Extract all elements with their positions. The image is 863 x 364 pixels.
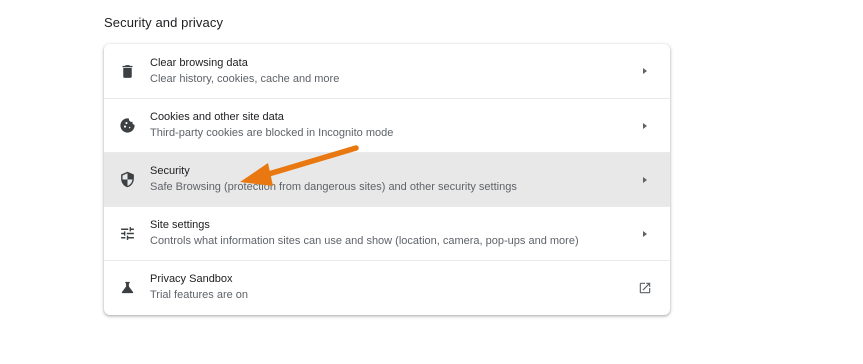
row-label: Security: [150, 165, 190, 177]
flask-icon: [104, 279, 150, 296]
chevron-right-icon: [620, 230, 670, 237]
row-text: Cookies and other site data Third-party …: [150, 110, 620, 141]
row-label: Site settings: [150, 219, 210, 231]
cookie-icon: [104, 117, 150, 134]
privacy-sandbox-row[interactable]: Privacy Sandbox Trial features are on: [104, 260, 670, 314]
row-sublabel: Clear history, cookies, cache and more: [150, 72, 340, 85]
row-text: Clear browsing data Clear history, cooki…: [150, 56, 620, 87]
cookies-row[interactable]: Cookies and other site data Third-party …: [104, 98, 670, 152]
chevron-right-icon: [620, 122, 670, 129]
row-sublabel: Third-party cookies are blocked in Incog…: [150, 127, 394, 139]
trash-icon: [104, 63, 150, 80]
row-text: Privacy Sandbox Trial features are on: [150, 272, 620, 303]
row-text: Site settings Controls what information …: [150, 218, 620, 249]
row-sublabel: Safe Browsing (protection from dangerous…: [150, 181, 517, 193]
row-sublabel: Controls what information sites can use …: [150, 235, 579, 247]
row-label: Clear browsing data: [150, 56, 248, 69]
security-row[interactable]: Security Safe Browsing (protection from …: [104, 152, 670, 206]
section-title: Security and privacy: [104, 15, 224, 30]
settings-page: Security and privacy Clear browsing data…: [0, 0, 863, 364]
site-settings-row[interactable]: Site settings Controls what information …: [104, 206, 670, 260]
chevron-right-icon: [620, 68, 670, 74]
chevron-right-icon: [620, 176, 670, 183]
row-text: Security Safe Browsing (protection from …: [150, 164, 620, 195]
shield-icon: [104, 171, 150, 188]
external-link-icon[interactable]: [620, 281, 670, 295]
row-sublabel: Trial features are on: [150, 289, 249, 301]
row-label: Cookies and other site data: [150, 111, 284, 123]
security-privacy-card: Clear browsing data Clear history, cooki…: [104, 44, 670, 315]
sliders-icon: [104, 225, 150, 242]
row-label: Privacy Sandbox: [150, 273, 233, 285]
clear-browsing-data-row[interactable]: Clear browsing data Clear history, cooki…: [104, 44, 670, 98]
